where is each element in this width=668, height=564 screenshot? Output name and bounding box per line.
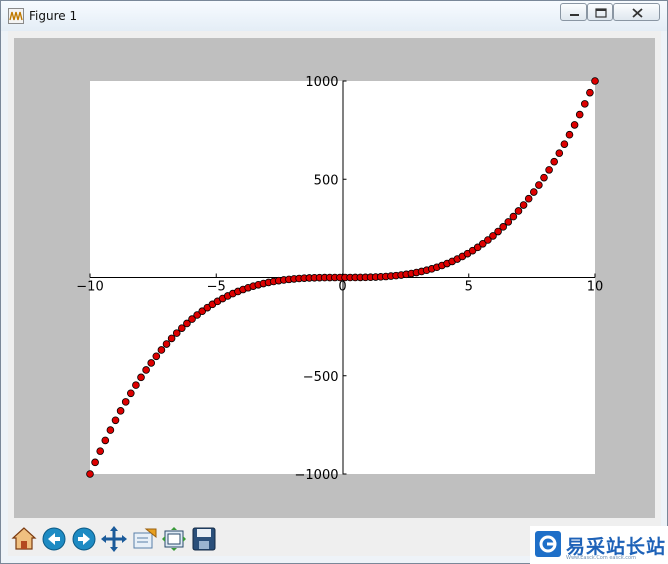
close-button[interactable] xyxy=(613,3,660,21)
save-icon xyxy=(192,527,216,551)
data-point xyxy=(101,436,110,445)
forward-arrow-icon xyxy=(72,527,96,551)
close-icon xyxy=(632,8,643,18)
data-point xyxy=(586,88,594,97)
data-point xyxy=(111,416,120,425)
save-button[interactable] xyxy=(190,525,218,553)
plot-svg: −10 −5 0 5 10 −1000 −500 500 1000 xyxy=(76,75,604,483)
data-point xyxy=(514,207,523,215)
data-point xyxy=(560,140,569,148)
x-tick-label: 0 xyxy=(338,280,346,295)
minimize-button[interactable] xyxy=(560,3,587,21)
data-point xyxy=(570,121,579,129)
data-point xyxy=(147,359,156,367)
site-watermark: 易采站长站 Www.Easck.Com easck.com xyxy=(530,526,668,564)
pan-button[interactable] xyxy=(100,525,128,553)
x-tick-label: 10 xyxy=(587,280,604,295)
data-point xyxy=(524,194,533,203)
x-tick-label: −10 xyxy=(76,280,103,295)
subplots-icon xyxy=(162,527,186,551)
figure-window: Figure 1 −10 −5 0 5 10 −1000 −500 500 1000 xyxy=(0,0,668,564)
zoom-rect-icon xyxy=(133,528,157,549)
data-point xyxy=(116,407,125,415)
pan-icon xyxy=(101,526,127,552)
watermark-logo-icon xyxy=(535,531,561,557)
data-point xyxy=(545,166,553,174)
subplots-button[interactable] xyxy=(160,525,188,553)
y-tick-label: 1000 xyxy=(305,75,338,90)
data-point xyxy=(137,373,145,382)
data-point xyxy=(142,366,150,374)
data-point xyxy=(509,212,518,221)
data-point xyxy=(106,426,115,434)
data-point xyxy=(132,381,140,389)
data-point xyxy=(580,100,589,108)
data-point xyxy=(167,334,176,343)
y-tick-label: 500 xyxy=(314,173,339,188)
data-point xyxy=(540,173,548,182)
data-point xyxy=(127,389,135,398)
data-point xyxy=(535,181,543,189)
data-point xyxy=(162,340,171,348)
home-button[interactable] xyxy=(10,525,38,553)
x-tick-label: −5 xyxy=(207,280,226,295)
zoom-button[interactable] xyxy=(130,525,158,553)
data-point xyxy=(121,398,130,406)
data-point xyxy=(519,201,528,209)
data-point xyxy=(152,352,161,361)
back-button[interactable] xyxy=(40,525,68,553)
x-tick-label: 5 xyxy=(465,280,473,295)
forward-button[interactable] xyxy=(70,525,98,553)
data-point xyxy=(555,149,564,157)
home-icon xyxy=(11,527,37,550)
maximize-button[interactable] xyxy=(587,3,613,21)
watermark-subtext: Www.Easck.Com easck.com xyxy=(566,555,636,561)
y-tick-label: −1000 xyxy=(295,468,339,483)
data-point xyxy=(550,157,558,166)
minimize-icon xyxy=(570,14,579,16)
window-title: Figure 1 xyxy=(29,9,78,23)
title-bar[interactable]: Figure 1 xyxy=(1,1,667,31)
data-point xyxy=(575,110,584,119)
data-point xyxy=(529,188,538,196)
data-point xyxy=(91,458,99,467)
y-tick-label: −500 xyxy=(303,370,339,385)
data-point xyxy=(591,77,599,85)
back-arrow-icon xyxy=(42,527,66,551)
figure-canvas[interactable]: −10 −5 0 5 10 −1000 −500 500 1000 xyxy=(14,38,655,518)
data-point xyxy=(86,470,94,478)
data-point xyxy=(504,218,513,226)
maximize-icon xyxy=(595,8,607,18)
data-point xyxy=(565,130,574,139)
data-point xyxy=(96,447,104,455)
matplotlib-app-icon xyxy=(8,8,24,24)
data-point xyxy=(157,346,166,354)
